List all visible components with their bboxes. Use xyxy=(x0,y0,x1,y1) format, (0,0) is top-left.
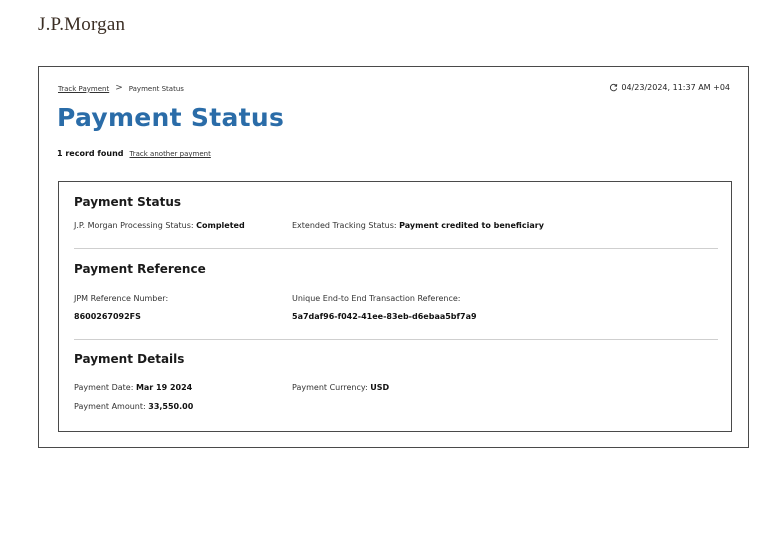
payment-amount-label: Payment Amount: xyxy=(74,402,146,411)
payment-amount-value: 33,550.00 xyxy=(148,402,194,411)
extended-tracking-status-value: Payment credited to beneficiary xyxy=(399,221,544,230)
section-title-payment-reference: Payment Reference xyxy=(74,262,206,276)
payment-amount-field: Payment Amount: 33,550.00 xyxy=(74,402,193,411)
breadcrumb-separator: > xyxy=(115,83,123,93)
section-title-payment-status: Payment Status xyxy=(74,195,182,209)
last-updated-timestamp: 04/23/2024, 11:37 AM +04 xyxy=(609,83,730,92)
processing-status-field: J.P. Morgan Processing Status: Completed xyxy=(74,221,245,230)
payment-currency-label: Payment Currency: xyxy=(292,383,368,392)
refresh-icon[interactable] xyxy=(609,83,618,92)
jpm-reference-value: 8600267092FS xyxy=(74,312,141,321)
payment-date-field: Payment Date: Mar 19 2024 xyxy=(74,383,192,392)
section-divider xyxy=(74,248,718,249)
uetr-label: Unique End-to End Transaction Reference: xyxy=(292,294,461,303)
payment-date-value: Mar 19 2024 xyxy=(135,383,193,392)
extended-tracking-status-field: Extended Tracking Status: Payment credit… xyxy=(292,221,544,230)
uetr-value: 5a7daf96-f042-41ee-83eb-d6ebaa5bf7a9 xyxy=(292,312,477,321)
jpmorgan-logo: J.P.Morgan xyxy=(38,14,126,35)
section-divider xyxy=(74,339,718,340)
processing-status-value: Completed xyxy=(196,221,245,230)
page-title: Payment Status xyxy=(57,103,285,132)
timestamp-text: 04/23/2024, 11:37 AM +04 xyxy=(621,83,730,92)
extended-tracking-status-label: Extended Tracking Status: xyxy=(292,221,397,230)
payment-date-label: Payment Date: xyxy=(74,383,134,392)
payment-currency-field: Payment Currency: USD xyxy=(292,383,389,392)
processing-status-label: J.P. Morgan Processing Status: xyxy=(74,221,194,230)
record-count: 1 record found xyxy=(57,149,124,158)
section-title-payment-details: Payment Details xyxy=(74,352,185,366)
payment-info-card: Payment Status J.P. Morgan Processing St… xyxy=(58,181,732,432)
payment-status-panel: Track Payment > Payment Status 04/23/202… xyxy=(38,66,749,448)
breadcrumb-track-payment-link[interactable]: Track Payment xyxy=(58,85,109,93)
jpm-reference-label: JPM Reference Number: xyxy=(74,294,169,303)
track-another-payment-link[interactable]: Track another payment xyxy=(130,150,211,158)
breadcrumb: Track Payment > Payment Status xyxy=(58,84,184,93)
breadcrumb-current: Payment Status xyxy=(128,84,184,93)
payment-currency-value: USD xyxy=(370,383,390,392)
records-summary: 1 record found Track another payment xyxy=(57,149,211,158)
